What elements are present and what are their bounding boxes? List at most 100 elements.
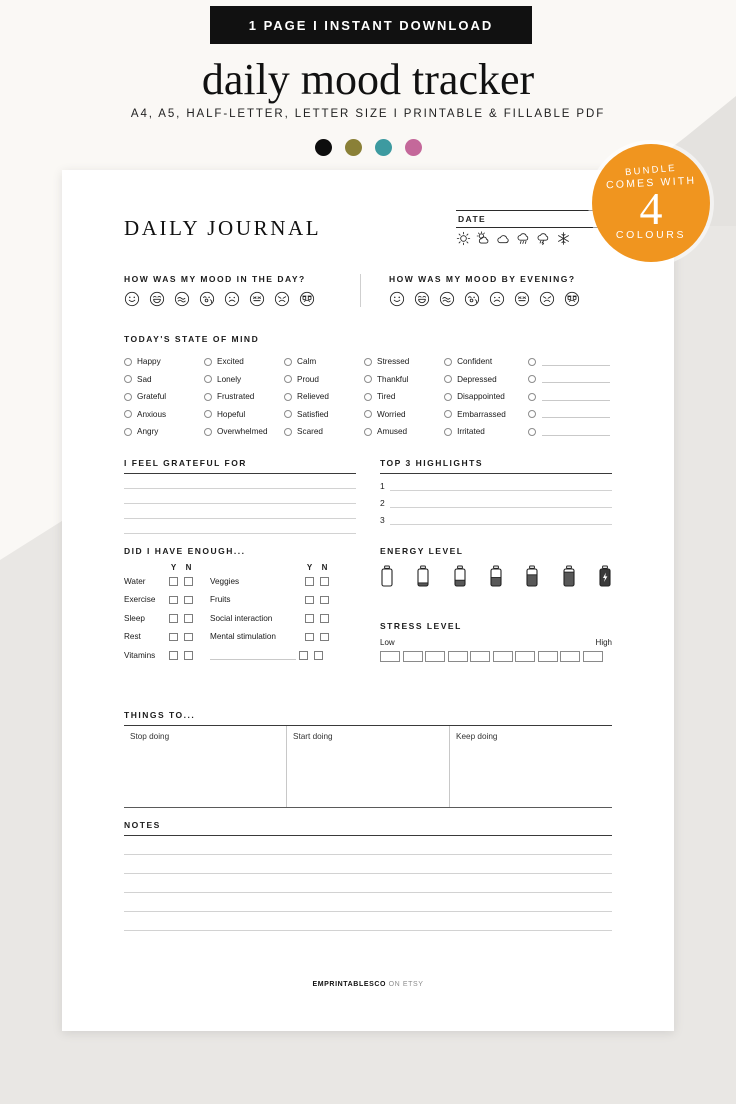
state-of-mind-option[interactable]: Relieved [284, 388, 364, 406]
state-of-mind-option[interactable]: Sad [124, 371, 204, 389]
enough-row[interactable]: Veggies [210, 572, 332, 591]
state-of-mind-option[interactable]: Scared [284, 423, 364, 441]
date-label[interactable]: DATE [456, 211, 612, 227]
radio-circle-icon[interactable] [444, 410, 453, 419]
enough-row[interactable]: Fruits [210, 591, 332, 610]
enough-no-checkbox[interactable] [320, 595, 329, 604]
state-of-mind-option[interactable]: Irritated [444, 423, 528, 441]
enough-yes-checkbox[interactable] [169, 614, 178, 623]
radio-circle-icon[interactable] [528, 410, 537, 419]
state-of-mind-write-in-line[interactable] [542, 399, 611, 401]
energy-battery-row[interactable] [380, 565, 612, 587]
smirk-face-icon[interactable] [439, 291, 455, 307]
smile-face-icon[interactable] [124, 291, 140, 307]
state-of-mind-option[interactable]: Amused [364, 423, 444, 441]
enough-no-checkbox[interactable] [184, 595, 193, 604]
state-of-mind-option[interactable]: Worried [364, 406, 444, 424]
battery-level-5-icon[interactable] [525, 565, 539, 587]
enough-no-checkbox[interactable] [184, 577, 193, 586]
radio-circle-icon[interactable] [284, 410, 293, 419]
things-column[interactable]: Stop doing [124, 726, 286, 807]
enough-no-checkbox[interactable] [184, 651, 193, 660]
radio-circle-icon[interactable] [124, 392, 132, 401]
stress-level-box[interactable] [470, 651, 490, 662]
frown-face-icon[interactable] [489, 291, 505, 307]
enough-row[interactable]: Social interaction [210, 609, 332, 628]
highlight-write-line[interactable] [390, 524, 612, 525]
radio-circle-icon[interactable] [364, 392, 373, 401]
enough-row[interactable]: Exercise [124, 591, 196, 610]
grateful-write-line[interactable] [124, 519, 356, 534]
state-of-mind-option[interactable] [528, 406, 612, 424]
swatch-teal[interactable] [374, 139, 392, 156]
sleepy-face-icon[interactable] [199, 291, 215, 307]
state-of-mind-option[interactable] [528, 371, 612, 389]
mood-day-face-row[interactable] [124, 291, 360, 307]
stress-level-box[interactable] [582, 651, 603, 662]
state-of-mind-write-in-line[interactable] [542, 434, 611, 436]
highlight-write-line[interactable] [390, 507, 612, 508]
radio-circle-icon[interactable] [284, 427, 293, 436]
stress-level-box[interactable] [402, 651, 423, 662]
enough-no-checkbox[interactable] [320, 614, 329, 623]
stress-level-box[interactable] [515, 651, 535, 662]
state-of-mind-option[interactable]: Overwhelmed [204, 423, 284, 441]
notes-write-line[interactable] [124, 855, 612, 874]
grimace-face-icon[interactable] [514, 291, 530, 307]
state-of-mind-option[interactable]: Confident [444, 353, 528, 371]
stress-level-box[interactable] [447, 651, 468, 662]
sun-cloud-icon[interactable] [476, 231, 491, 246]
radio-circle-icon[interactable] [284, 357, 293, 366]
enough-no-checkbox[interactable] [320, 577, 329, 586]
radio-circle-icon[interactable] [528, 375, 537, 384]
battery-level-2-icon[interactable] [416, 565, 430, 587]
radio-circle-icon[interactable] [284, 392, 293, 401]
enough-row[interactable]: Sleep [124, 609, 196, 628]
grin-face-icon[interactable] [149, 291, 165, 307]
rain-icon[interactable] [516, 231, 531, 246]
snowflake-icon[interactable] [556, 231, 571, 246]
state-of-mind-option[interactable]: Hopeful [204, 406, 284, 424]
radio-circle-icon[interactable] [444, 375, 453, 384]
highlight-row[interactable]: 3 [380, 508, 612, 525]
radio-circle-icon[interactable] [364, 375, 373, 384]
state-of-mind-option[interactable]: Proud [284, 371, 364, 389]
state-of-mind-option[interactable]: Thankful [364, 371, 444, 389]
radio-circle-icon[interactable] [444, 392, 453, 401]
enough-yes-checkbox[interactable] [305, 632, 314, 641]
grin-face-icon[interactable] [414, 291, 430, 307]
enough-yes-checkbox[interactable] [305, 577, 314, 586]
state-of-mind-option[interactable]: Anxious [124, 406, 204, 424]
state-of-mind-option[interactable]: Calm [284, 353, 364, 371]
state-of-mind-option[interactable]: Grateful [124, 388, 204, 406]
state-of-mind-write-in-line[interactable] [542, 417, 611, 419]
radio-circle-icon[interactable] [364, 357, 373, 366]
radio-circle-icon[interactable] [204, 410, 213, 419]
battery-level-4-icon[interactable] [489, 565, 503, 587]
state-of-mind-option[interactable]: Embarrassed [444, 406, 528, 424]
enough-no-checkbox[interactable] [184, 632, 193, 641]
mood-evening-face-row[interactable] [389, 291, 596, 307]
enough-no-checkbox[interactable] [320, 632, 329, 641]
state-of-mind-write-in-line[interactable] [542, 382, 611, 384]
radio-circle-icon[interactable] [124, 410, 132, 419]
radio-circle-icon[interactable] [528, 392, 537, 401]
radio-circle-icon[interactable] [124, 375, 132, 384]
highlight-write-line[interactable] [390, 490, 612, 491]
enough-yes-checkbox[interactable] [305, 614, 314, 623]
enough-yes-checkbox[interactable] [169, 577, 178, 586]
sleepy-face-icon[interactable] [464, 291, 480, 307]
state-of-mind-write-in-line[interactable] [542, 364, 611, 366]
stress-level-box[interactable] [560, 651, 580, 662]
sad-face-icon[interactable] [274, 291, 290, 307]
notes-lines[interactable] [124, 836, 612, 931]
smile-face-icon[interactable] [389, 291, 405, 307]
enough-row[interactable] [210, 646, 332, 665]
radio-circle-icon[interactable] [528, 427, 537, 436]
radio-circle-icon[interactable] [364, 427, 373, 436]
cloud-icon[interactable] [496, 231, 511, 246]
enough-row[interactable]: Vitamins [124, 646, 196, 665]
radio-circle-icon[interactable] [444, 427, 453, 436]
enough-yes-checkbox[interactable] [169, 651, 178, 660]
enough-yes-checkbox[interactable] [305, 595, 314, 604]
